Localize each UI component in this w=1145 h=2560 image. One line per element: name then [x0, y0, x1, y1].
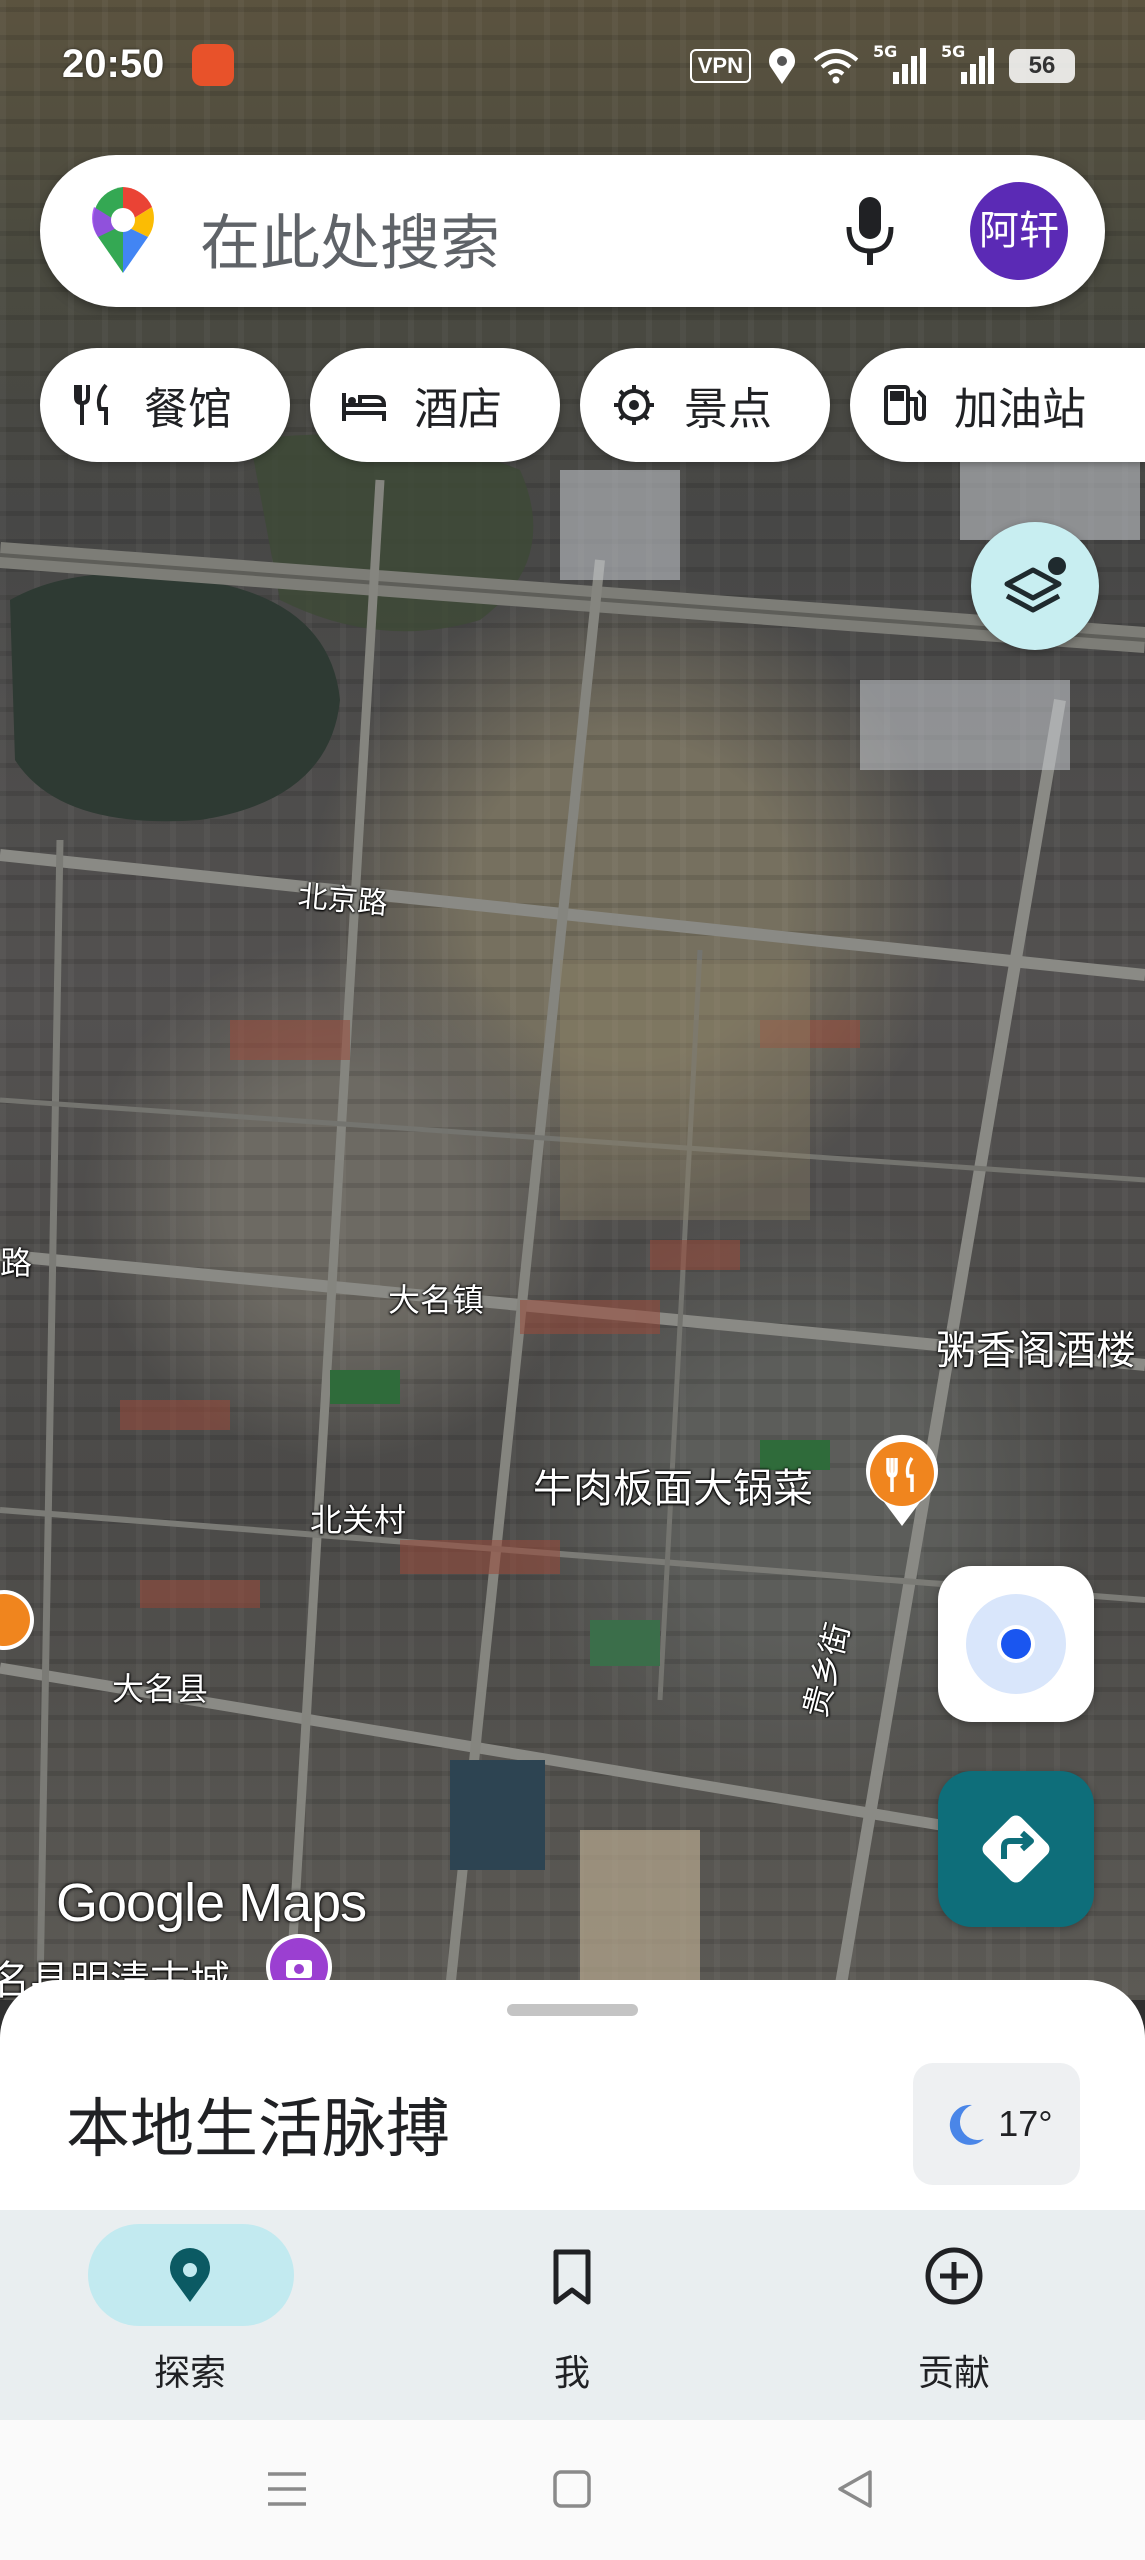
chip-restaurants[interactable]: 餐馆: [40, 348, 290, 462]
directions-button[interactable]: [938, 1771, 1094, 1927]
chip-restaurants-label: 餐馆: [144, 385, 232, 434]
chip-hotels[interactable]: 酒店: [310, 348, 560, 462]
status-time: 20:50: [62, 42, 165, 86]
poi-label-beef-noodle[interactable]: 牛肉板面大锅菜: [533, 1456, 813, 1514]
map-label-beijing-road: 北京路: [296, 880, 389, 921]
google-maps-watermark: Google Maps: [56, 1873, 367, 1933]
chip-gas-stations-label: 加油站: [954, 385, 1086, 434]
my-location-icon: [966, 1594, 1066, 1694]
nav-explore[interactable]: 探索: [42, 2210, 338, 2420]
map-label-daming-county: 大名县: [112, 1671, 209, 1707]
menu-icon[interactable]: [262, 2464, 312, 2514]
map-label-beiguan-village: 北关村: [310, 1502, 407, 1538]
my-location-button[interactable]: [938, 1566, 1094, 1722]
attraction-icon: [614, 385, 654, 425]
avatar[interactable]: 阿轩: [970, 182, 1068, 280]
location-status-icon: [769, 48, 795, 84]
chip-hotels-label: 酒店: [414, 385, 502, 434]
temperature: 17°: [998, 2103, 1053, 2144]
nav-contribute[interactable]: 贡献: [806, 2210, 1102, 2420]
chip-gas-stations[interactable]: 加油站: [850, 348, 1145, 462]
poi-label-congee-restaurant[interactable]: 粥香阁酒楼: [936, 1318, 1136, 1376]
cell-signal-icon-2: 5G: [941, 42, 995, 86]
back-icon[interactable]: [830, 2464, 880, 2514]
google-maps-screen: 北京路 大名镇 北关村 大名县 贵乡街 路 粥香阁酒楼 牛肉板面大锅菜 名县明清…: [0, 0, 1145, 2560]
weather-chip[interactable]: 17°: [913, 2063, 1080, 2185]
restaurant-pin-icon-edge[interactable]: [0, 1588, 36, 1652]
restaurant-pin-icon[interactable]: [862, 1432, 942, 1528]
bottom-navigation: 探索 我 贡献: [0, 2210, 1145, 2420]
nav-me[interactable]: 我: [424, 2210, 720, 2420]
google-maps-pin-icon: [92, 187, 154, 273]
chip-attractions[interactable]: 景点: [580, 348, 830, 462]
bottom-sheet[interactable]: 本地生活脉搏 17°: [0, 1980, 1145, 2210]
wifi-icon: [813, 49, 859, 84]
map-label-left-fragment: 路: [0, 1245, 33, 1281]
chip-attractions-label: 景点: [684, 385, 772, 434]
nav-me-label: 我: [553, 2352, 590, 2393]
directions-icon: [982, 1815, 1050, 1883]
bookmark-icon: [553, 2249, 591, 2305]
map-label-daming-town: 大名镇: [388, 1282, 485, 1318]
drag-handle[interactable]: [507, 2004, 638, 2016]
add-circle-icon: [925, 2247, 983, 2305]
layers-icon: [1004, 557, 1066, 613]
cell-signal-icon-1: 5G: [873, 42, 927, 86]
search-placeholder[interactable]: 在此处搜索: [200, 195, 500, 282]
home-icon[interactable]: [547, 2464, 597, 2514]
restaurant-icon: [74, 383, 108, 425]
sheet-title: 本地生活脉搏: [66, 2093, 450, 2165]
gas-station-icon: [884, 385, 926, 425]
search-bar[interactable]: 在此处搜索 阿轩: [40, 155, 1105, 307]
vpn-icon: VPN: [689, 49, 751, 83]
hotel-icon: [342, 393, 387, 421]
app-notification-icon: [192, 44, 234, 86]
system-navigation-bar: [0, 2420, 1145, 2560]
status-icons: VPN 5G 5G 56: [689, 42, 1075, 86]
battery-icon: 56: [1009, 49, 1075, 83]
location-pin-icon: [170, 2248, 210, 2302]
nav-explore-label: 探索: [153, 2352, 226, 2393]
status-bar: 20:50 VPN 5G 5G 56: [0, 30, 1145, 100]
microphone-icon[interactable]: [840, 193, 900, 269]
layers-button[interactable]: [971, 522, 1099, 650]
nav-contribute-label: 贡献: [917, 2352, 990, 2393]
moon-icon: [950, 2104, 985, 2145]
